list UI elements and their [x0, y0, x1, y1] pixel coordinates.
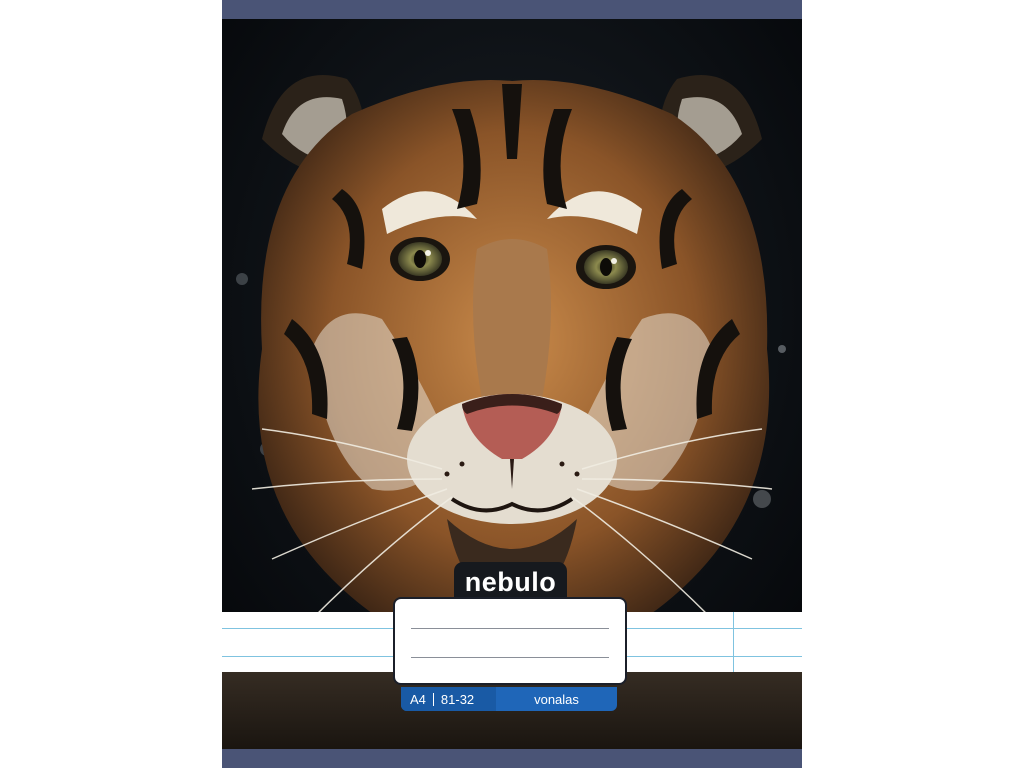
- ruling-type: vonalas: [534, 691, 579, 707]
- writing-line: [411, 628, 609, 629]
- margin-line: [733, 612, 734, 672]
- paper-format: A4: [410, 691, 426, 707]
- product-code: 81-32: [440, 691, 475, 707]
- top-band: [222, 0, 802, 19]
- brand-logo: nebulo: [454, 562, 567, 602]
- bottom-band: [222, 749, 802, 768]
- brand-name: nebulo: [464, 566, 557, 597]
- writing-line: [411, 657, 609, 658]
- name-label-box: [393, 597, 627, 685]
- product-info-bar: A4 81-32 vonalas: [401, 687, 617, 711]
- format-code-group: A4 81-32: [401, 687, 496, 711]
- notebook-cover: nebulo A4 81-32 vonalas: [222, 0, 802, 768]
- separator: [432, 692, 434, 706]
